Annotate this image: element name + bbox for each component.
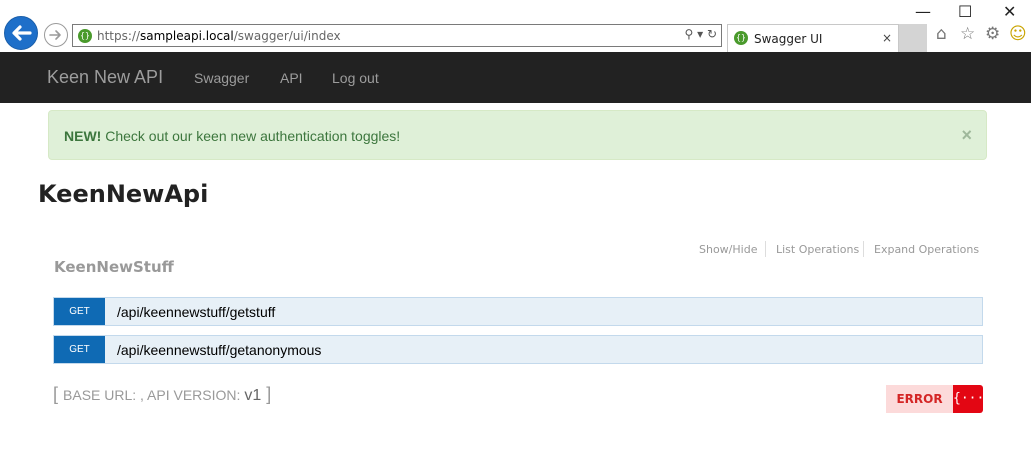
address-search-refresh-icons[interactable]: ⚲ ▾ ↻ xyxy=(685,27,718,41)
back-button[interactable] xyxy=(4,16,38,50)
resource-name[interactable]: KeenNewStuff xyxy=(54,258,174,276)
operation-row[interactable]: GET /api/keennewstuff/getstuff xyxy=(53,297,983,326)
arrow-left-icon xyxy=(12,25,32,41)
minimize-icon[interactable]: — xyxy=(915,2,931,21)
new-feature-alert: NEW! Check out our keen new authenticati… xyxy=(48,110,987,160)
forward-button[interactable] xyxy=(44,23,68,47)
site-favicon-icon: {} xyxy=(78,29,92,43)
new-tab-button[interactable] xyxy=(899,24,927,52)
validator-error-label[interactable]: ERROR xyxy=(886,385,953,413)
url-text[interactable]: https://sampleapi.local/swagger/ui/index xyxy=(97,29,341,43)
operation-path[interactable]: /api/keennewstuff/getstuff xyxy=(117,304,275,320)
navbar-brand[interactable]: Keen New API xyxy=(47,67,163,88)
arrow-right-icon xyxy=(49,30,61,40)
nav-link-swagger[interactable]: Swagger xyxy=(194,70,249,86)
alert-close-icon[interactable]: × xyxy=(961,125,972,146)
tab-title: Swagger UI xyxy=(754,32,823,46)
favorites-star-icon[interactable]: ☆ xyxy=(960,24,975,44)
nav-link-logout[interactable]: Log out xyxy=(332,70,379,86)
tab-favicon-icon: {} xyxy=(734,31,748,45)
top-navbar: Keen New API Swagger API Log out xyxy=(0,52,1031,103)
close-window-icon[interactable]: ✕ xyxy=(1003,2,1016,21)
alert-text: NEW! Check out our keen new authenticati… xyxy=(64,128,401,144)
nav-link-api[interactable]: API xyxy=(280,70,303,86)
operation-row[interactable]: GET /api/keennewstuff/getanonymous xyxy=(53,335,983,364)
base-url-info: [ BASE URL: , API VERSION: v1 ] xyxy=(53,384,272,404)
validator-badge-icon[interactable]: {···} xyxy=(953,385,992,413)
smiley-feedback-icon[interactable]: ☺ xyxy=(1009,24,1027,44)
expand-operations-link[interactable]: Expand Operations xyxy=(874,243,979,256)
home-icon[interactable]: ⌂ xyxy=(936,24,947,44)
http-method-badge[interactable]: GET xyxy=(54,298,105,325)
api-title: KeenNewApi xyxy=(38,180,209,208)
browser-chrome: {} https://sampleapi.local/swagger/ui/in… xyxy=(0,0,1031,52)
list-operations-link[interactable]: List Operations xyxy=(776,243,859,256)
address-bar[interactable]: {} https://sampleapi.local/swagger/ui/in… xyxy=(72,24,722,47)
operation-path[interactable]: /api/keennewstuff/getanonymous xyxy=(117,342,321,358)
show-hide-link[interactable]: Show/Hide xyxy=(699,243,757,256)
maximize-icon[interactable]: ☐ xyxy=(958,2,972,21)
settings-gear-icon[interactable]: ⚙ xyxy=(985,24,1000,44)
ops-divider xyxy=(863,241,864,257)
tab-swagger-ui[interactable]: {} Swagger UI × xyxy=(727,24,899,52)
ops-divider xyxy=(765,241,766,257)
tab-close-icon[interactable]: × xyxy=(882,31,892,45)
http-method-badge[interactable]: GET xyxy=(54,336,105,363)
